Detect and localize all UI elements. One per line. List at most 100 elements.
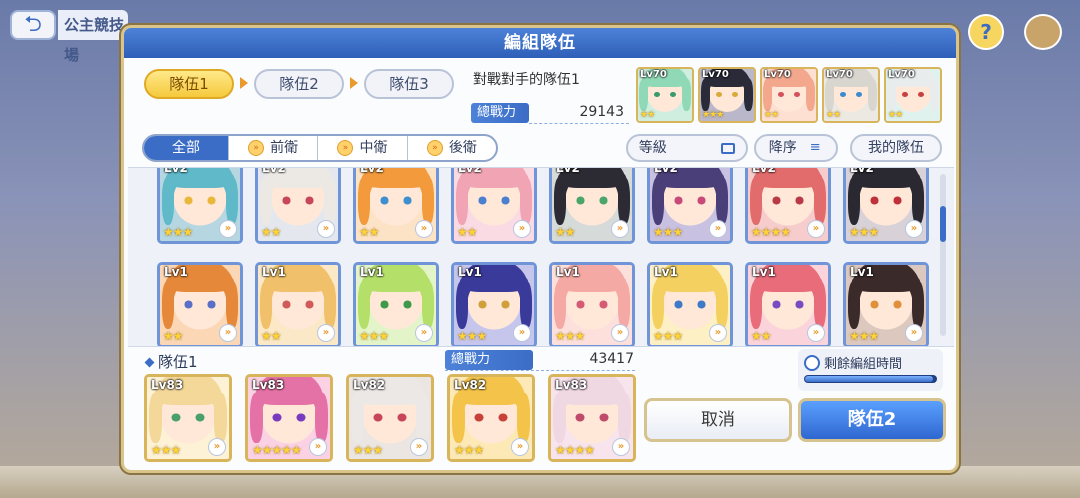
roster-scrollbar-thumb[interactable] <box>940 206 946 242</box>
tab-team2[interactable]: 隊伍2 <box>254 69 344 99</box>
level-badge: Lv83 <box>555 378 588 392</box>
star-rating: ★★★ <box>163 225 193 239</box>
star-rating: ★★ <box>555 225 575 239</box>
menu-icon[interactable] <box>1024 14 1062 50</box>
arrow-icon <box>350 77 358 89</box>
star-rating: ★★★ <box>359 329 389 343</box>
roster-character-card[interactable]: Lv2 ★★★ » <box>157 167 243 244</box>
star-rating: ★★★ <box>653 329 683 343</box>
level-badge: Lv83 <box>151 378 184 392</box>
level-badge: Lv2 <box>164 167 188 175</box>
sort-order-button[interactable]: 降序 ≡ <box>754 134 838 162</box>
opponent-character-avatar[interactable]: Lv70 ★★★ <box>698 67 756 123</box>
roster-character-card[interactable]: Lv2 ★★ » <box>255 168 341 244</box>
roster-scrollbar[interactable] <box>940 174 946 336</box>
roster-character-card[interactable]: Lv1 ★★ » <box>255 262 341 346</box>
team2-button[interactable]: 隊伍2 <box>798 398 946 442</box>
position-icon: » <box>905 220 923 238</box>
star-rating: ★★★ <box>151 443 181 457</box>
level-badge: Lv70 <box>764 69 791 80</box>
level-badge: Lv2 <box>556 167 580 175</box>
current-team-label: 隊伍1 <box>144 351 198 372</box>
level-badge: Lv1 <box>458 265 482 279</box>
roster-character-card[interactable]: Lv2 ★★ » <box>451 168 537 244</box>
roster-character-card[interactable]: Lv1 ★★★ » <box>843 262 929 346</box>
filter-back[interactable]: » 後衛 <box>406 136 496 160</box>
opponent-character-avatar[interactable]: Lv70 ★★ <box>760 67 818 123</box>
star-rating: ★★ <box>764 110 779 120</box>
help-icon[interactable]: ? <box>968 14 1004 50</box>
star-rating: ★★★ <box>555 329 585 343</box>
filter-front[interactable]: » 前衛 <box>227 136 317 160</box>
clock-icon <box>804 355 820 371</box>
opponent-character-avatar[interactable]: Lv70 ★★ <box>884 67 942 123</box>
opponent-power-label: 總戰力 <box>471 103 529 123</box>
my-team-button[interactable]: 我的隊伍 <box>850 134 942 162</box>
roster-character-card[interactable]: Lv1 ★★★ » <box>451 262 537 346</box>
timer-progress-fill <box>805 376 934 382</box>
filter-front-label: 前衛 <box>270 140 299 156</box>
star-rating: ★★ <box>163 329 183 343</box>
star-rating: ★★★★ <box>555 443 595 457</box>
cancel-button[interactable]: 取消 <box>644 398 792 442</box>
position-icon: » <box>415 220 433 238</box>
tab-team1[interactable]: 隊伍1 <box>144 69 234 99</box>
card-icon <box>721 142 736 154</box>
star-rating: ★★ <box>261 225 281 239</box>
team-member-card[interactable]: Lv83 ★★★★★ » <box>245 374 333 462</box>
roster-character-card[interactable]: Lv2 ★★ » <box>549 167 635 244</box>
roster-character-card[interactable]: Lv2 ★★★★ » <box>745 168 831 244</box>
roster-character-card[interactable]: Lv1 ★★★ » <box>353 262 439 346</box>
level-badge: Lv1 <box>556 265 580 279</box>
star-rating: ★★ <box>261 329 281 343</box>
team-member-card[interactable]: Lv82 ★★★ » <box>447 374 535 462</box>
star-rating: ★★★ <box>353 443 383 457</box>
level-badge: Lv1 <box>360 265 384 279</box>
position-icon: » <box>426 140 443 156</box>
level-badge: Lv70 <box>888 69 915 80</box>
position-icon: » <box>513 324 531 342</box>
back-button[interactable]: ⮌ <box>10 10 56 40</box>
level-badge: Lv70 <box>702 69 729 80</box>
position-icon: » <box>709 324 727 342</box>
position-icon: » <box>807 324 825 342</box>
position-icon: » <box>415 324 433 342</box>
arrow-icon <box>240 77 248 89</box>
position-icon: » <box>337 140 354 156</box>
filter-all[interactable]: 全部 <box>144 136 228 160</box>
position-icon: » <box>317 220 335 238</box>
position-icon: » <box>219 220 237 238</box>
roster-character-card[interactable]: Lv1 ★★ » <box>745 262 831 346</box>
team-member-card[interactable]: Lv83 ★★★ » <box>144 374 232 462</box>
filter-middle[interactable]: » 中衛 <box>317 136 406 160</box>
level-badge: Lv70 <box>640 69 667 80</box>
filter-middle-label: 中衛 <box>359 140 388 156</box>
roster-character-card[interactable]: Lv1 ★★ » <box>157 262 243 346</box>
star-rating: ★★ <box>640 110 655 120</box>
star-rating: ★★ <box>359 225 379 239</box>
level-badge: Lv2 <box>360 167 384 175</box>
roster-character-card[interactable]: Lv2 ★★ » <box>353 167 439 244</box>
level-badge: Lv2 <box>850 167 874 175</box>
star-rating: ★★ <box>751 329 771 343</box>
sort-level-button[interactable]: 等級 <box>626 134 748 162</box>
opponent-character-avatar[interactable]: Lv70 ★★ <box>636 67 694 123</box>
level-badge: Lv1 <box>262 265 286 279</box>
roster-character-card[interactable]: Lv1 ★★★ » <box>647 262 733 346</box>
level-badge: Lv1 <box>654 265 678 279</box>
team-member-card[interactable]: Lv82 ★★★ » <box>346 374 434 462</box>
roster-character-card[interactable]: Lv2 ★★★ » <box>843 167 929 244</box>
current-team-name: 隊伍1 <box>158 353 198 371</box>
roster-character-card[interactable]: Lv2 ★★★ » <box>647 168 733 244</box>
roster-character-card[interactable]: Lv1 ★★★ » <box>549 262 635 346</box>
edit-timer: 剩餘編組時間 <box>798 349 943 391</box>
opponent-character-avatar[interactable]: Lv70 ★★ <box>822 67 880 123</box>
position-icon: » <box>410 438 428 456</box>
level-badge: Lv83 <box>252 378 285 392</box>
team-member-card[interactable]: Lv83 ★★★★ » <box>548 374 636 462</box>
team-power-label: 總戰力 <box>445 350 533 370</box>
position-icon: » <box>611 324 629 342</box>
position-icon: » <box>208 438 226 456</box>
level-badge: Lv82 <box>454 378 487 392</box>
tab-team3[interactable]: 隊伍3 <box>364 69 454 99</box>
